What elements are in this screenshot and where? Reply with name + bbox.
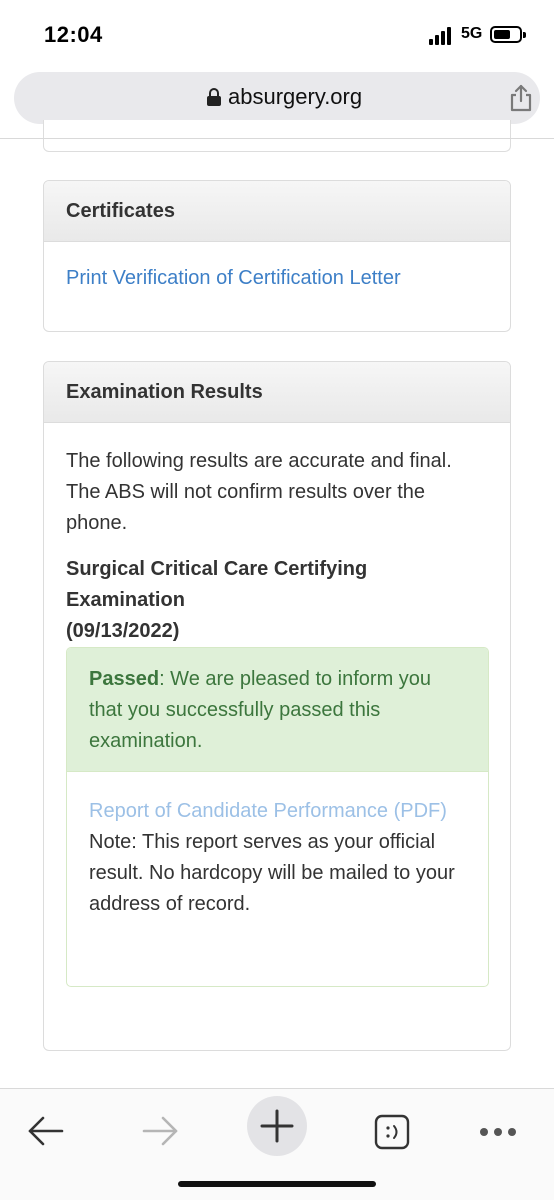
exam-date: (09/13/2022) [66, 620, 180, 642]
tabs-icon[interactable] [363, 1101, 423, 1161]
exam-name: Surgical Critical Care Certifying Examin… [66, 558, 368, 611]
certificates-panel: Certificates Print Verification of Certi… [43, 180, 511, 332]
print-verification-link[interactable]: Print Verification of Certification Lett… [66, 267, 401, 290]
previous-panel-bottom [43, 120, 511, 152]
result-box: Passed: We are pleased to inform you tha… [66, 647, 489, 987]
certificates-heading: Certificates [44, 181, 510, 242]
more-dots-icon[interactable] [468, 1101, 528, 1161]
url-text[interactable]: absurgery.org [228, 84, 362, 110]
share-icon[interactable] [508, 84, 534, 112]
url-bar[interactable]: absurgery.org [14, 72, 540, 124]
examination-results-panel: Examination Results The following result… [43, 361, 511, 1051]
examination-results-heading: Examination Results [44, 362, 510, 423]
report-note: Note: This report serves as your officia… [89, 831, 455, 915]
result-status: Passed [89, 668, 160, 690]
status-bar: 12:04 5G [0, 0, 554, 70]
signal-icon [429, 27, 455, 45]
exam-title: Surgical Critical Care Certifying Examin… [66, 554, 486, 647]
status-time: 12:04 [44, 22, 103, 47]
result-body: Report of Candidate Performance (PDF) No… [67, 772, 488, 920]
results-intro-text: The following results are accurate and f… [66, 450, 452, 534]
report-pdf-link[interactable]: Report of Candidate Performance (PDF) [89, 796, 466, 827]
divider [0, 138, 554, 139]
back-arrow-icon[interactable] [16, 1101, 76, 1161]
network-type: 5G [461, 25, 483, 42]
battery-icon [490, 26, 526, 43]
home-indicator [178, 1181, 376, 1187]
lock-icon [207, 88, 221, 106]
result-status-banner: Passed: We are pleased to inform you tha… [67, 648, 488, 772]
plus-icon [260, 1109, 294, 1143]
forward-arrow-icon[interactable] [130, 1101, 190, 1161]
new-tab-button[interactable] [247, 1096, 307, 1156]
